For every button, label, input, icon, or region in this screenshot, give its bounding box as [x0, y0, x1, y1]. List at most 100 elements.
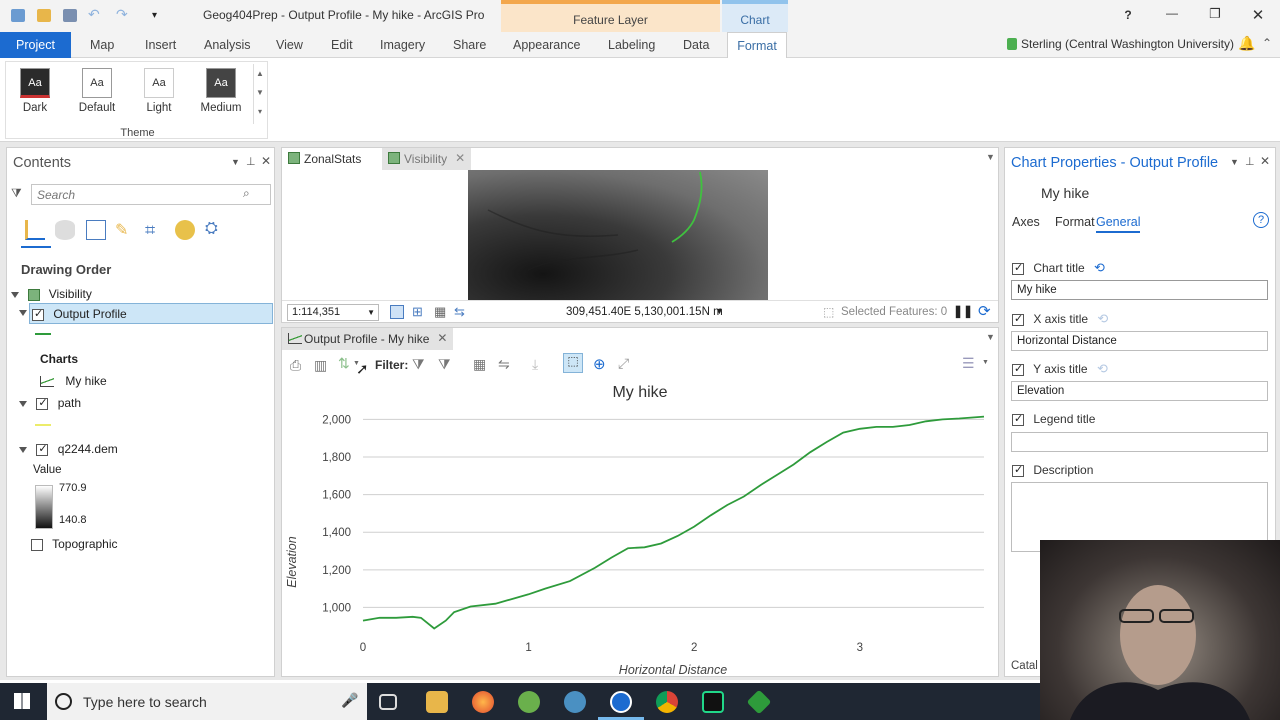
pin-icon[interactable]: ⊥	[1245, 155, 1255, 168]
tab-edit[interactable]: Edit	[331, 38, 353, 52]
catalog-tab[interactable]: Catal	[1011, 660, 1038, 672]
toc-layer-output-profile[interactable]: Output Profile	[29, 303, 273, 324]
description-checkbox[interactable]	[1012, 463, 1024, 477]
firefox-icon[interactable]	[472, 691, 494, 713]
close-pane-icon[interactable]: ✕	[1260, 154, 1270, 168]
contents-search-input[interactable]: Search	[31, 184, 271, 205]
filter-extent-icon[interactable]: ⧩	[412, 356, 425, 373]
close-window-button[interactable]: ✕	[1248, 6, 1268, 24]
list-by-drawing-order-icon[interactable]	[25, 220, 45, 240]
reset-icon[interactable]: ⟲	[1097, 311, 1108, 327]
tab-format[interactable]: Format	[1055, 215, 1095, 229]
zoom-in-icon[interactable]: ⊕	[593, 355, 606, 373]
search-icon[interactable]: ⌕	[243, 186, 250, 201]
zoom-to-selection-icon[interactable]: ⤓	[532, 356, 538, 373]
tab-data[interactable]: Data	[683, 38, 709, 52]
pause-icon[interactable]: ❚❚	[953, 304, 973, 318]
tab-general[interactable]: General	[1096, 215, 1141, 233]
notifications-bell-icon[interactable]: 🔔	[1238, 35, 1255, 52]
chart-view-options-icon[interactable]: ▼	[986, 332, 995, 342]
table-icon[interactable]: ▦	[434, 304, 446, 320]
tab-visibility[interactable]: Visibility ✕	[382, 148, 472, 170]
dem-checkbox[interactable]	[36, 442, 49, 456]
list-by-editing-icon[interactable]: ✎	[115, 220, 135, 240]
fixed-zoom-icon[interactable]	[390, 305, 404, 319]
close-tab-icon[interactable]: ✕	[437, 331, 447, 345]
qgis-icon[interactable]	[518, 691, 540, 713]
chrome-icon[interactable]	[656, 691, 678, 713]
theme-dark[interactable]: Aa Dark	[10, 68, 60, 114]
toc-map-visibility[interactable]: Visibility	[11, 287, 92, 301]
qgis-desktop-icon[interactable]	[564, 691, 586, 713]
theme-light[interactable]: Aa Light	[134, 68, 184, 114]
output-profile-checkbox[interactable]	[32, 307, 44, 321]
tab-appearance[interactable]: Appearance	[513, 38, 580, 52]
user-account[interactable]: Sterling (Central Washington University)	[1021, 37, 1234, 51]
toc-layer-dem[interactable]: q2244.dem	[19, 442, 118, 456]
dem-expand-icon[interactable]	[19, 446, 27, 453]
tab-format[interactable]: Format	[727, 32, 787, 58]
refresh-icon[interactable]: ⟳	[978, 302, 991, 320]
y-axis-title-checkbox[interactable]	[1012, 362, 1024, 376]
tab-zonalstats[interactable]: ZonalStats	[282, 148, 369, 170]
pin-icon[interactable]: ⊥	[246, 155, 256, 168]
expand-icon[interactable]	[11, 291, 19, 298]
save-icon[interactable]	[63, 9, 77, 22]
list-by-labeling-icon[interactable]	[175, 220, 195, 240]
toc-layer-topographic[interactable]: Topographic	[31, 537, 118, 551]
tab-analysis[interactable]: Analysis	[204, 38, 251, 52]
pane-options-icon[interactable]: ▼	[1230, 157, 1239, 167]
theme-medium[interactable]: Aa Medium	[196, 68, 246, 114]
close-pane-icon[interactable]: ✕	[261, 154, 271, 168]
geo-app-icon[interactable]	[746, 689, 772, 715]
legend-toggle-icon[interactable]: ☰	[962, 355, 975, 372]
list-by-perspective-icon[interactable]: ⛭	[205, 220, 225, 240]
tab-view[interactable]: View	[276, 38, 303, 52]
restore-button[interactable]: ❐	[1205, 6, 1225, 22]
pane-options-icon[interactable]: ▼	[231, 157, 240, 167]
table-view-icon[interactable]: ▦	[473, 356, 486, 373]
list-by-snapping-icon[interactable]: ⌗	[145, 220, 165, 240]
scale-dropdown-icon[interactable]: ▼	[367, 308, 375, 317]
tab-share[interactable]: Share	[453, 38, 486, 52]
help-button[interactable]: ?	[1118, 8, 1138, 22]
customize-toolbar-icon[interactable]: ▾	[152, 10, 166, 23]
file-explorer-icon[interactable]	[426, 691, 448, 713]
reset-icon[interactable]: ⟲	[1094, 260, 1105, 276]
tab-output-profile-chart[interactable]: Output Profile - My hike ✕	[282, 328, 454, 350]
toc-chart-my-hike[interactable]: My hike	[40, 374, 107, 388]
path-expand-icon[interactable]	[19, 400, 27, 407]
microphone-icon[interactable]: 🎤	[341, 692, 358, 709]
new-project-icon[interactable]	[11, 9, 25, 22]
undo-icon[interactable]: ↶	[88, 6, 102, 22]
chart-title-field[interactable]: My hike	[1011, 280, 1268, 300]
filter-icon[interactable]: ⧩	[11, 186, 22, 201]
elevation-profile-chart[interactable]: My hike 1,000 1,200 1,400 1,600 1,800 2,000 0…	[282, 380, 998, 676]
collapse-ribbon-icon[interactable]: ⌃	[1262, 36, 1272, 50]
grid-icon[interactable]: ⊞	[412, 304, 423, 320]
chart-title-checkbox[interactable]	[1012, 261, 1024, 275]
filter-selection-icon[interactable]: ⧩	[438, 356, 451, 373]
help-icon[interactable]: ?	[1253, 212, 1269, 228]
task-view-icon[interactable]	[379, 694, 397, 710]
list-by-selection-icon[interactable]	[86, 220, 106, 240]
x-axis-title-checkbox[interactable]	[1012, 312, 1024, 326]
redo-icon[interactable]: ↷	[116, 6, 130, 22]
legend-title-checkbox[interactable]	[1012, 412, 1024, 426]
x-axis-title-field[interactable]: Horizontal Distance	[1011, 331, 1268, 351]
open-folder-icon[interactable]	[37, 9, 51, 22]
legend-title-field[interactable]	[1011, 432, 1268, 452]
arcgis-pro-icon[interactable]	[610, 691, 632, 713]
taskbar-search-box[interactable]: Type here to search 🎤	[47, 683, 367, 720]
tab-labeling[interactable]: Labeling	[608, 38, 655, 52]
output-profile-expand-icon[interactable]	[19, 310, 27, 316]
tab-insert[interactable]: Insert	[145, 38, 176, 52]
topographic-checkbox[interactable]	[31, 538, 43, 551]
pycharm-icon[interactable]	[702, 691, 724, 713]
map-view[interactable]: ZonalStats Visibility ✕ ▼ 1:114,351 ▼ ⊞ …	[281, 147, 999, 323]
path-checkbox[interactable]	[36, 396, 49, 410]
switch-selection-icon[interactable]: ⇋	[498, 356, 510, 373]
gallery-scroll[interactable]: ▲ ▼ ▾	[253, 64, 266, 124]
sort-icon[interactable]: ⇅	[338, 355, 350, 372]
map-view-options-icon[interactable]: ▼	[986, 152, 995, 162]
